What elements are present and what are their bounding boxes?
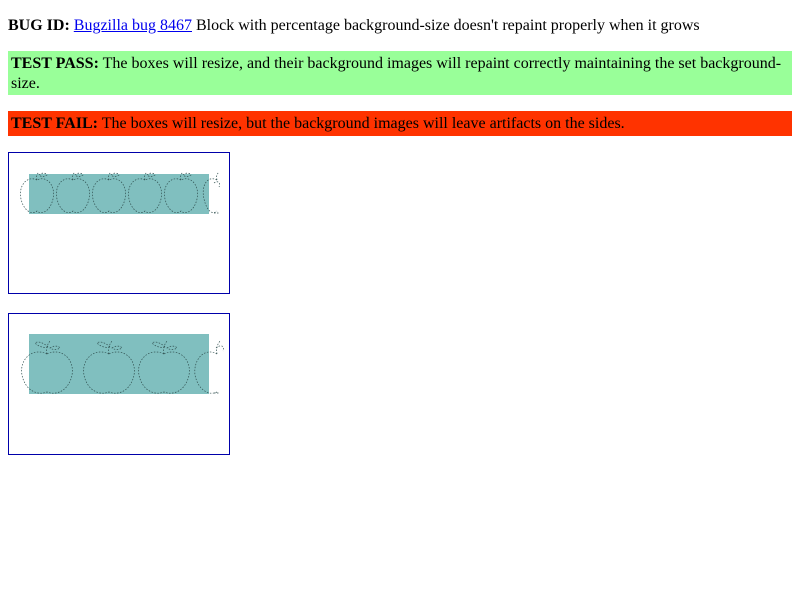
test-pass-text: The boxes will resize, and their backgro… <box>11 55 782 92</box>
apple-background-1 <box>20 171 220 214</box>
bug-id-line: BUG ID: Bugzilla bug 8467 Block with per… <box>8 16 700 35</box>
test-pass-label: TEST PASS: <box>11 55 99 72</box>
bugzilla-link[interactable]: Bugzilla bug 8467 <box>74 17 192 34</box>
bug-description: Block with percentage background-size do… <box>192 17 700 34</box>
tile-background-fill <box>29 334 209 394</box>
test-fail-text: The boxes will resize, but the backgroun… <box>98 115 625 132</box>
resizing-box-2 <box>8 313 230 455</box>
test-pass-note: TEST PASS: The boxes will resize, and th… <box>8 51 792 95</box>
resizing-box-1 <box>8 152 230 294</box>
test-fail-note: TEST FAIL: The boxes will resize, but th… <box>8 111 792 136</box>
bug-id-label: BUG ID: <box>8 17 70 34</box>
apple-background-2 <box>21 334 224 394</box>
test-fail-label: TEST FAIL: <box>11 115 98 132</box>
